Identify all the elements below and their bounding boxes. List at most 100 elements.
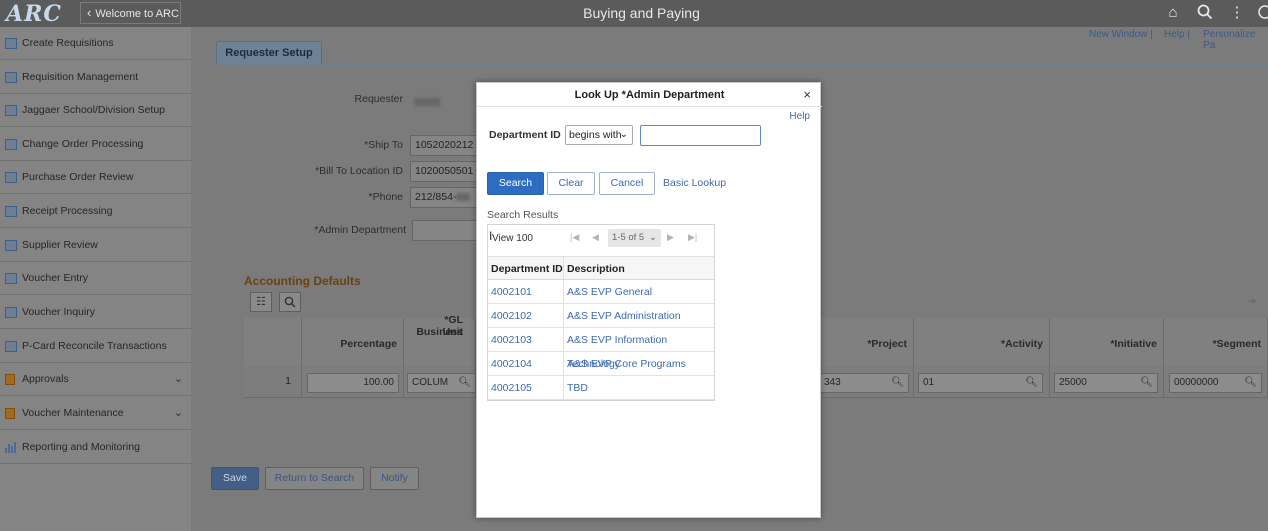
grid-personalize-icon[interactable]: ☷ — [250, 292, 272, 312]
sidebar-item-label: Voucher Entry — [22, 272, 88, 284]
first-page-icon[interactable]: |◀ — [570, 232, 579, 243]
sidebar-item-voucher-inquiry[interactable]: Voucher Inquiry — [0, 296, 191, 329]
ship-to-field[interactable]: 1052020212 — [410, 135, 480, 156]
grid-col-index — [244, 318, 302, 366]
grid-search-icon[interactable] — [279, 292, 301, 312]
return-to-search-button[interactable]: Return to Search — [265, 467, 364, 490]
row-description[interactable]: A&S EVP Core Programs — [567, 352, 686, 376]
sidebar-item-reporting-monitoring[interactable]: Reporting and Monitoring — [0, 431, 191, 464]
grid-project-cell: 343 🔍︎ — [819, 366, 914, 398]
row-department-id[interactable]: 4002102 — [491, 304, 532, 328]
sidebar-item-create-requisitions[interactable]: Create Requisitions — [0, 27, 191, 60]
text-cursor-icon: I — [489, 229, 493, 243]
sidebar-item-purchase-order-review[interactable]: Purchase Order Review — [0, 161, 191, 194]
col-description[interactable]: Description — [567, 257, 625, 281]
phone-field[interactable]: 212/854- — [410, 187, 480, 208]
segment-input[interactable]: 00000000 🔍︎ — [1169, 373, 1262, 393]
search-button[interactable]: Search — [487, 172, 544, 195]
lookup-icon[interactable]: 🔍︎ — [1025, 374, 1038, 392]
col-department-id[interactable]: Department ID — [491, 257, 563, 281]
table-row[interactable]: 4002105 TBD — [488, 376, 714, 400]
page-icon — [5, 273, 17, 284]
initiative-input[interactable]: 25000 🔍︎ — [1054, 373, 1158, 393]
table-row[interactable]: 4002104 A&S EVP Core Programs — [488, 352, 714, 376]
lookup-icon[interactable]: 🔍︎ — [1244, 374, 1257, 392]
row-description[interactable]: A&S EVP Administration — [567, 304, 681, 328]
search-icon[interactable] — [1196, 4, 1214, 22]
close-icon[interactable]: × — [803, 87, 811, 102]
operator-select[interactable]: begins with ⌄ — [565, 125, 633, 145]
sidebar-item-receipt-processing[interactable]: Receipt Processing — [0, 195, 191, 228]
lookup-icon[interactable]: 🔍︎ — [1140, 374, 1153, 392]
department-id-input[interactable] — [640, 125, 761, 146]
sidebar-item-label: P-Card Reconcile Transactions — [22, 340, 167, 352]
grid-col-activity: *Activity — [914, 318, 1050, 366]
basic-lookup-link[interactable]: Basic Lookup — [663, 177, 726, 189]
modal-help-link[interactable]: Help — [789, 111, 810, 122]
sidebar-item-change-order-processing[interactable]: Change Order Processing — [0, 128, 191, 161]
pager-select[interactable]: 1-5 of 5 ⌄ — [608, 229, 661, 247]
row-description[interactable]: TBD — [567, 376, 588, 400]
last-page-icon[interactable]: ▶| — [688, 232, 697, 243]
sidebar-item-label: Voucher Maintenance — [22, 407, 124, 419]
save-button[interactable]: Save — [211, 467, 259, 490]
sidebar-item-pcard-reconcile[interactable]: P-Card Reconcile Transactions — [0, 330, 191, 363]
next-page-icon[interactable]: ▶ — [667, 232, 674, 243]
previous-page-icon[interactable]: ◀ — [592, 232, 599, 243]
row-department-id[interactable]: 4002103 — [491, 328, 532, 352]
lookup-icon[interactable]: 🔍︎ — [891, 374, 904, 392]
personalize-link[interactable]: Personalize Pa — [1203, 29, 1268, 51]
unknown-icon[interactable] — [1256, 4, 1268, 22]
modal-header-divider — [477, 106, 822, 107]
sidebar-item-jaggaer-setup[interactable]: Jaggaer School/Division Setup — [0, 94, 191, 127]
tab-requester-setup[interactable]: Requester Setup — [216, 41, 322, 65]
page-icon — [5, 172, 17, 183]
grid-initiative-cell: 25000 🔍︎ — [1050, 366, 1164, 398]
col-divider — [563, 376, 564, 399]
sidebar-item-requisition-management[interactable]: Requisition Management — [0, 61, 191, 94]
grid-col-segment: *Segment — [1164, 318, 1268, 366]
notify-button[interactable]: Notify — [370, 467, 419, 490]
page-icon — [5, 38, 17, 49]
sidebar-item-voucher-entry[interactable]: Voucher Entry — [0, 262, 191, 295]
chevron-down-icon: ⌄ — [649, 232, 657, 243]
sidebar-item-label: Reporting and Monitoring — [22, 441, 140, 453]
sidebar-item-approvals[interactable]: Approvals ⌄ — [0, 363, 191, 396]
arc-logo[interactable]: ARC — [6, 1, 62, 27]
page-title: Buying and Paying — [583, 5, 700, 21]
gl-business-unit-input[interactable]: COLUM 🔍︎ — [407, 373, 476, 393]
admin-dept-field[interactable] — [412, 220, 482, 241]
row-department-id[interactable]: 4002101 — [491, 280, 532, 304]
table-row[interactable]: 4002102 A&S EVP Administration — [488, 304, 714, 328]
sidebar-item-voucher-maintenance[interactable]: Voucher Maintenance ⌄ — [0, 397, 191, 430]
sidebar-item-supplier-review[interactable]: Supplier Review — [0, 229, 191, 262]
lookup-icon[interactable]: 🔍︎ — [458, 374, 471, 392]
table-row[interactable]: 4002103 A&S EVP Information Technology — [488, 328, 714, 370]
chart-icon — [5, 442, 17, 453]
home-icon[interactable]: ⌂ — [1164, 4, 1182, 22]
col-divider — [563, 257, 564, 279]
project-input[interactable]: 343 🔍︎ — [819, 373, 909, 393]
col-divider — [563, 280, 564, 303]
row-department-id[interactable]: 4002104 — [491, 352, 532, 376]
phone-label: *Phone — [368, 191, 403, 203]
table-row[interactable]: 4002101 A&S EVP General — [488, 280, 714, 304]
grid-last-page-icon[interactable]: ⇥ — [1248, 296, 1256, 307]
view-100-link[interactable]: View 100 — [492, 233, 533, 244]
cancel-button[interactable]: Cancel — [599, 172, 655, 195]
grid-row-index-cell: 1 — [244, 366, 302, 398]
more-vertical-icon[interactable]: ⋮ — [1228, 4, 1246, 22]
clear-button[interactable]: Clear — [547, 172, 595, 195]
grid-segment-cell: 00000000 🔍︎ — [1164, 366, 1268, 398]
row-department-id[interactable]: 4002105 — [491, 376, 532, 400]
percentage-input[interactable]: 100.00 — [307, 373, 399, 393]
bill-to-field[interactable]: 1020050501 — [410, 161, 480, 182]
help-link[interactable]: Help | — [1164, 29, 1190, 40]
grid-percentage-cell: 100.00 — [302, 366, 404, 398]
activity-input[interactable]: 01 🔍︎ — [918, 373, 1043, 393]
tab-divider — [216, 64, 1268, 65]
new-window-link[interactable]: New Window | — [1089, 29, 1153, 40]
row-description[interactable]: A&S EVP General — [567, 280, 652, 304]
page-icon — [5, 206, 17, 217]
back-to-welcome-button[interactable]: ‹ Welcome to ARC — [80, 2, 181, 24]
